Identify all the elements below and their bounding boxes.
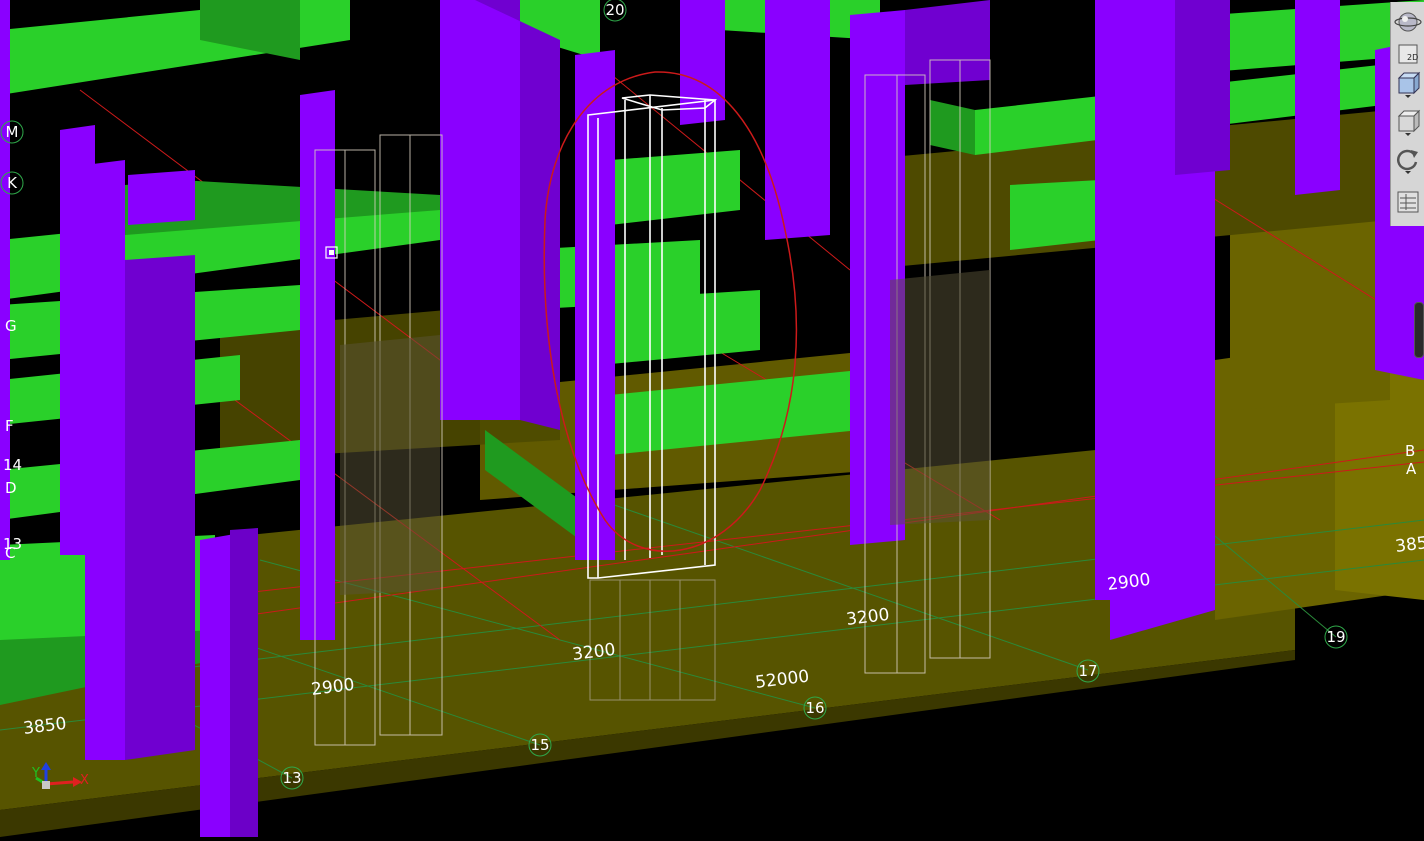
svg-text:16: 16 [805, 699, 824, 717]
grid-label-a: A [1406, 460, 1417, 478]
viewport-scrollbar-thumb[interactable] [1414, 302, 1424, 358]
svg-text:13: 13 [282, 769, 301, 787]
model-viewport[interactable]: 13 15 16 17 19 20 M K G F 14 D 13 C B A … [0, 0, 1424, 837]
grid-bubble-17[interactable]: 17 [1076, 659, 1100, 683]
grid-bubble-13[interactable]: 13 [280, 766, 304, 790]
svg-text:M: M [6, 123, 19, 141]
axis-gizmo: Y X [28, 762, 98, 796]
svg-text:15: 15 [530, 736, 549, 754]
svg-text:17: 17 [1078, 662, 1097, 680]
view-2d-button[interactable]: 2D [1394, 40, 1422, 68]
grid-label-c: C [5, 544, 15, 562]
grid-label-f: F [5, 417, 14, 435]
navigation-toolbar: 2D [1390, 2, 1424, 226]
view-3d-icon[interactable] [1394, 70, 1422, 98]
box-icon[interactable] [1394, 108, 1422, 136]
svg-text:20: 20 [605, 1, 624, 19]
grid-label-b: B [1405, 442, 1415, 460]
grid-label-g: G [5, 317, 17, 335]
orbit-icon[interactable] [1394, 8, 1422, 36]
view-2d-label: 2D [1407, 53, 1419, 62]
grid-bubble-19[interactable]: 19 [1324, 625, 1348, 649]
svg-text:19: 19 [1326, 628, 1345, 646]
grid-label-14: 14 [3, 456, 22, 474]
axis-y-label: Y [32, 766, 40, 781]
svg-text:K: K [7, 174, 18, 192]
grid-bubble-16[interactable]: 16 [803, 696, 827, 720]
grid-label-d: D [5, 479, 17, 497]
grid-bubble-20[interactable]: 20 [603, 0, 627, 22]
rotate-icon[interactable] [1394, 146, 1422, 174]
grid-bubble-15[interactable]: 15 [528, 733, 552, 757]
axis-x-label: X [80, 773, 89, 788]
settings-icon[interactable] [1394, 188, 1422, 216]
dimension-3850-right: 385 [1394, 533, 1424, 557]
